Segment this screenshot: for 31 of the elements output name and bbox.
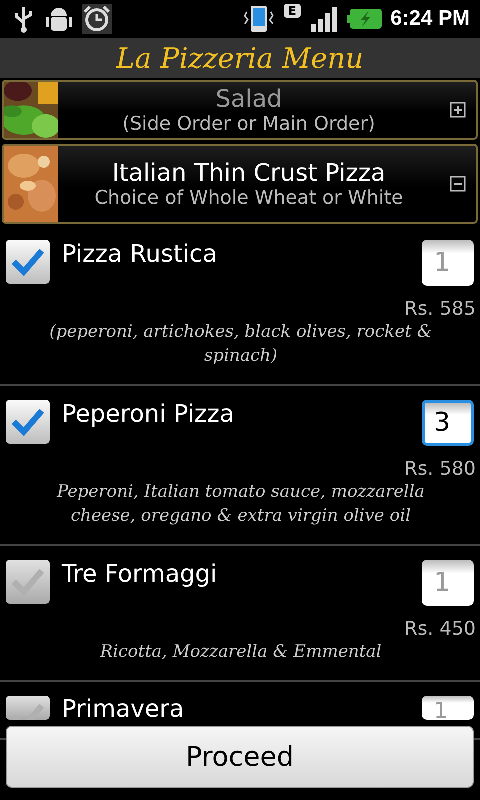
item-description: (peperoni, artichokes, black olives, rocket & spinach)	[48, 321, 434, 368]
proceed-button[interactable]: Proceed	[6, 726, 474, 788]
app-title: La Pizzeria Menu	[116, 42, 364, 74]
item-name: Pizza Rustica	[62, 240, 218, 268]
category-header[interactable]: Italian Thin Crust Pizza Choice of Whole Wheat or White	[2, 144, 478, 224]
quantity-field[interactable]: 3	[422, 400, 474, 446]
signal-icon	[308, 4, 339, 34]
vibrate-icon	[242, 4, 276, 34]
category-header[interactable]: Salad (Side Order or Main Order)	[2, 80, 478, 140]
battery-charging-icon	[346, 8, 383, 30]
item-name: Tre Formaggi	[62, 560, 218, 588]
expand-icon[interactable]	[450, 102, 466, 118]
collapse-icon[interactable]	[450, 176, 466, 192]
checkbox[interactable]	[6, 240, 50, 284]
network-type-badge: E	[284, 4, 301, 18]
item-price: Rs. 580	[404, 458, 476, 480]
item-description: Ricotta, Mozzarella & Emmental	[99, 641, 383, 664]
item-description: Peperoni, Italian tomato sauce, mozzarella cheese, oregano & extra virgin olive oil	[56, 481, 426, 528]
clock-time: 6:24 PM	[390, 7, 470, 31]
item-price: Rs. 450	[404, 618, 476, 640]
category-subtitle: Choice of Whole Wheat or White	[94, 187, 404, 209]
item-name: Primavera	[62, 696, 186, 722]
category-subtitle: (Side Order or Main Order)	[122, 113, 376, 135]
alarm-clock-icon	[82, 4, 112, 34]
checkbox[interactable]	[6, 400, 50, 444]
item-name: Peperoni Pizza	[62, 400, 236, 428]
category-title: Salad	[216, 85, 282, 113]
item-price: Rs. 585	[404, 298, 476, 320]
category-title: Italian Thin Crust Pizza	[112, 159, 386, 187]
checkbox[interactable]	[6, 560, 50, 604]
checkbox[interactable]	[6, 696, 50, 720]
